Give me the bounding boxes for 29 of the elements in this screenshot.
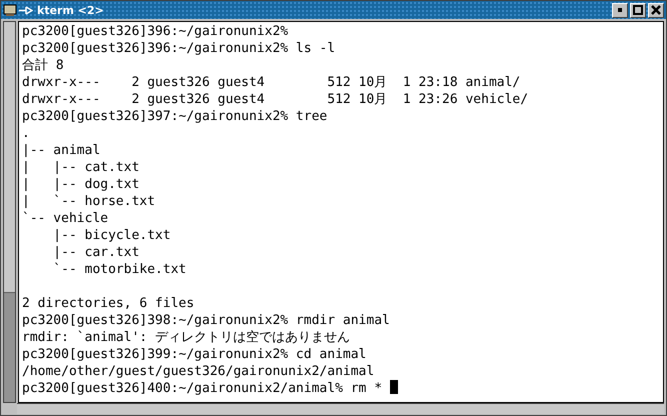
terminal-line: pc3200[guest326]396:~/gaironunix2% (22, 24, 288, 39)
terminal-icon (3, 4, 17, 16)
terminal-line: | |-- cat.txt (22, 160, 140, 175)
close-button[interactable] (648, 2, 664, 18)
terminal-line: pc3200[guest326]396:~/gaironunix2% ls -l (22, 41, 336, 56)
terminal-area[interactable] (18, 21, 664, 403)
terminal-line: pc3200[guest326]400:~/gaironunix2/animal% rm * (22, 381, 382, 396)
terminal-line: rmdir: `animal': ディレクトリは空ではありません (22, 330, 350, 345)
maximize-button[interactable] (630, 2, 646, 18)
terminal-line: |-- car.txt (52, 245, 140, 260)
terminal-line: |-- bicycle.txt (52, 228, 171, 243)
terminal-line: | |-- dog.txt (22, 177, 140, 192)
terminal-line: . (22, 126, 30, 141)
terminal-line: 2 directories, 6 files (22, 296, 194, 311)
terminal-line: `-- motorbike.txt (52, 262, 186, 277)
terminal-line: drwxr-x--- 2 guest326 guest4 512 10月 1 23:26 vehicle/ (22, 92, 528, 107)
terminal-line: pc3200[guest326]398:~/gaironunix2% rmdir animal (22, 313, 390, 328)
terminal-line: `-- vehicle (22, 211, 108, 226)
minimize-button[interactable] (612, 2, 628, 18)
terminal-line: 合計 8 (22, 58, 64, 73)
window-title: kterm <2> (37, 4, 104, 16)
terminal-line: | `-- horse.txt (22, 194, 156, 209)
terminal-line: |-- animal (22, 143, 100, 158)
scroll-thumb[interactable] (4, 22, 15, 293)
terminal-line: /home/other/guest/guest326/gaironunix2/animal (22, 364, 374, 379)
terminal-line: drwxr-x--- 2 guest326 guest4 512 10月 1 23:18 animal/ (22, 75, 520, 90)
scrollbar[interactable] (3, 21, 16, 403)
terminal-line: pc3200[guest326]399:~/gaironunix2% cd animal (22, 347, 366, 362)
terminal-line: pc3200[guest326]397:~/gaironunix2% tree (22, 109, 328, 124)
